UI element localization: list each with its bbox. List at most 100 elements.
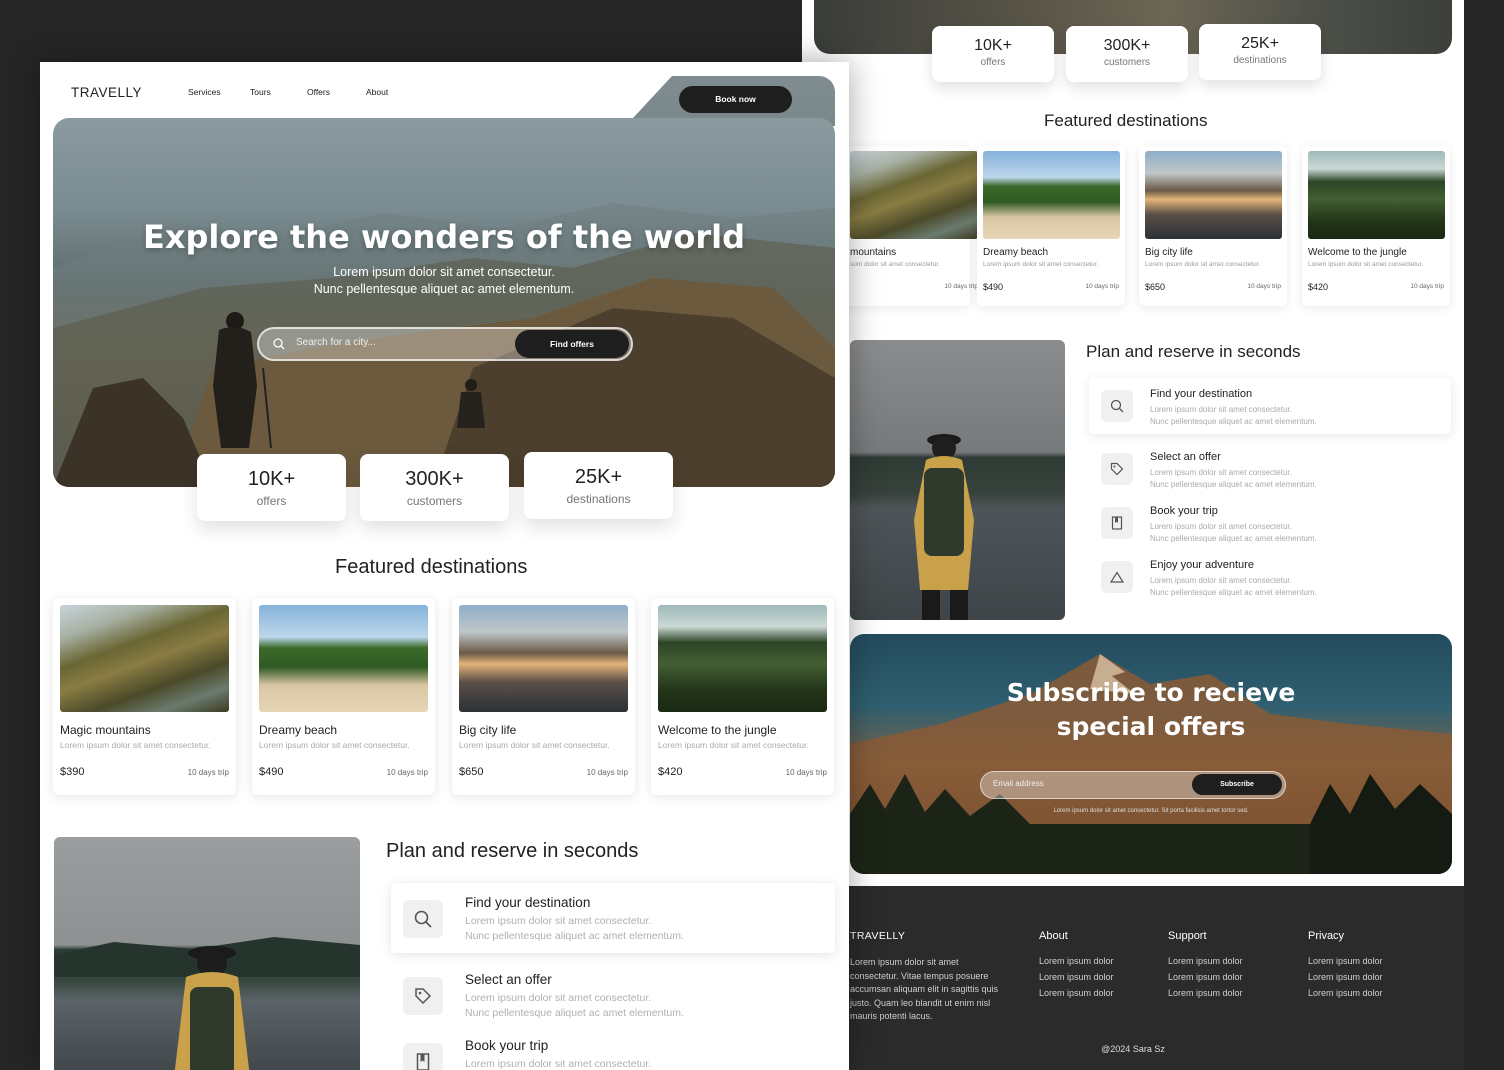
step-find-destination[interactable]: Find your destination Lorem ipsum dolor …: [391, 883, 835, 953]
stat-value: 25K+: [1241, 35, 1279, 52]
destination-duration: 10 days trip: [1247, 283, 1281, 290]
destination-card[interactable]: Dreamy beach Lorem ipsum dolor sit amet …: [977, 146, 1125, 306]
subscribe-banner: Subscribe to recieve special offers Emai…: [850, 634, 1452, 874]
step-book-trip[interactable]: Book your trip Lorem ipsum dolor sit ame…: [1089, 495, 1451, 551]
nav-offers[interactable]: Offers: [307, 87, 330, 97]
destination-image: [1145, 151, 1282, 239]
footer-link[interactable]: Lorem ipsum dolor: [1168, 956, 1243, 966]
stat-card: 10K+ offers: [932, 26, 1054, 82]
hero-subtitle: Lorem ipsum dolor sit amet consectetur. …: [313, 265, 575, 296]
page-preview-upper: TRAVELLY Services Tours Offers About Exp…: [40, 62, 849, 1070]
destination-price: $390: [60, 766, 85, 778]
footer-heading: Privacy: [1308, 930, 1345, 942]
step-select-offer[interactable]: Select an offer Lorem ipsum dolor sit am…: [1089, 441, 1451, 497]
destination-card[interactable]: Welcome to the jungle Lorem ipsum dolor …: [651, 598, 834, 795]
destination-price: $650: [1145, 282, 1166, 292]
destination-title: Dreamy beach: [983, 247, 1049, 258]
destination-duration: 10 days trip: [1410, 283, 1444, 290]
hiker-illustration: [54, 937, 360, 1070]
footer-link[interactable]: Lorem ipsum dolor: [1308, 988, 1383, 998]
destination-duration: 10 days trip: [1085, 283, 1119, 290]
subscribe-form: Email address Subscribe: [980, 771, 1286, 799]
footer-link[interactable]: Lorem ipsum dolor: [1308, 956, 1383, 966]
destination-image: [850, 151, 978, 239]
destination-title: Welcome to the jungle: [1308, 247, 1407, 258]
footer-copyright: @2024 Sara Sz: [1101, 1044, 1165, 1054]
destination-duration: 10 days trip: [187, 768, 229, 777]
nav-tours[interactable]: Tours: [250, 87, 271, 97]
destination-card[interactable]: Big city life Lorem ipsum dolor sit amet…: [452, 598, 635, 795]
step-title: Enjoy your adventure: [1150, 559, 1254, 571]
search-icon: [403, 900, 443, 938]
stat-card: 300K+ customers: [1066, 26, 1188, 82]
search-input[interactable]: Search for a city...: [296, 337, 376, 348]
step-title: Select an offer: [465, 972, 552, 987]
step-desc: Lorem ipsum dolor sit amet consectetur. N…: [1150, 522, 1317, 543]
destination-card[interactable]: Magic mountains Lorem ipsum dolor sit am…: [53, 598, 236, 795]
step-desc: Lorem ipsum dolor sit amet consectetur. N…: [1150, 576, 1317, 597]
footer-link[interactable]: Lorem ipsum dolor: [1168, 972, 1243, 982]
footer-link[interactable]: Lorem ipsum dolor: [1308, 972, 1383, 982]
destination-desc: Lorem ipsum dolor sit amet consectetur.: [658, 740, 809, 750]
subscribe-button[interactable]: Subscribe: [1192, 774, 1282, 795]
footer: TRAVELLY Lorem ipsum dolor sit amet cons…: [802, 886, 1464, 1070]
step-title: Find your destination: [465, 895, 591, 910]
stat-label: customers: [1103, 57, 1151, 68]
footer-link[interactable]: Lorem ipsum dolor: [1039, 956, 1114, 966]
nav-about[interactable]: About: [366, 87, 388, 97]
stat-value: 300K+: [1103, 37, 1151, 54]
plan-photo: [54, 837, 360, 1070]
stat-value: 300K+: [405, 468, 464, 490]
destination-desc: Lorem ipsum dolor sit amet consectetur.: [60, 740, 211, 750]
step-desc: Lorem ipsum dolor sit amet consectetur. N…: [465, 992, 684, 1019]
footer-link[interactable]: Lorem ipsum dolor: [1039, 972, 1114, 982]
destination-price: $420: [1308, 282, 1329, 292]
stat-card: 25K+ destinations: [524, 452, 673, 519]
footer-link[interactable]: Lorem ipsum dolor: [1168, 988, 1243, 998]
footer-col-privacy: Privacy Lorem ipsum dolor Lorem ipsum do…: [1308, 930, 1383, 1004]
stat-label: destinations: [1233, 55, 1287, 66]
destination-desc: Lorem ipsum dolor sit amet consectetur.: [1308, 261, 1424, 268]
find-offers-button[interactable]: Find offers: [515, 330, 629, 358]
destination-desc: Lorem ipsum dolor sit amet consectetur.: [259, 740, 410, 750]
hero-title: Explore the wonders of the world: [143, 218, 745, 256]
destination-image: [459, 605, 628, 712]
step-book-trip[interactable]: Book your trip Lorem ipsum dolor sit ame…: [391, 1026, 835, 1070]
stat-card: 25K+ destinations: [1199, 24, 1321, 80]
destination-price: $420: [658, 766, 683, 778]
logo[interactable]: TRAVELLY: [71, 85, 142, 100]
destination-card[interactable]: Welcome to the jungle Lorem ipsum dolor …: [1302, 146, 1450, 306]
destination-title: Dreamy beach: [259, 723, 338, 737]
destination-desc: Lorem ipsum dolor sit amet consectetur.: [459, 740, 610, 750]
footer-link[interactable]: Lorem ipsum dolor: [1039, 988, 1114, 998]
step-select-offer[interactable]: Select an offer Lorem ipsum dolor sit am…: [391, 960, 835, 1030]
step-enjoy-adventure[interactable]: Enjoy your adventure Lorem ipsum dolor s…: [1089, 549, 1451, 605]
destination-desc: Lorem ipsum dolor sit amet consectetur.: [1145, 261, 1261, 268]
step-find-destination[interactable]: Find your destination Lorem ipsum dolor …: [1089, 378, 1451, 434]
nav-services[interactable]: Services: [188, 87, 221, 97]
stat-label: customers: [406, 494, 463, 508]
destination-card[interactable]: Big city life Lorem ipsum dolor sit amet…: [1139, 146, 1287, 306]
destination-title: mountains: [850, 247, 897, 258]
footer-logo[interactable]: TRAVELLY: [850, 930, 905, 942]
footer-col-support: Support Lorem ipsum dolor Lorem ipsum do…: [1168, 930, 1243, 1004]
mountain-icon: [1101, 561, 1133, 593]
destination-image: [1308, 151, 1445, 239]
featured-title: Featured destinations: [335, 556, 528, 578]
destination-title: Magic mountains: [60, 723, 151, 737]
footer-about-text: Lorem ipsum dolor sit amet consectetur. …: [850, 957, 999, 1022]
email-input[interactable]: Email address: [993, 779, 1044, 788]
search-bar: Search for a city... Find offers: [257, 327, 633, 361]
book-now-button[interactable]: Book now: [679, 86, 792, 113]
footer-heading: About: [1039, 930, 1068, 942]
footer-col-about: About Lorem ipsum dolor Lorem ipsum dolo…: [1039, 930, 1114, 1004]
step-desc: Lorem ipsum dolor sit amet consectetur.: [465, 1058, 652, 1070]
step-title: Book your trip: [1150, 505, 1218, 517]
plan-title: Plan and reserve in seconds: [1086, 342, 1301, 361]
mountain-landscape-illustration: [850, 654, 1452, 874]
subscribe-title: Subscribe to recieve special offers: [1006, 678, 1296, 741]
destination-card[interactable]: Dreamy beach Lorem ipsum dolor sit amet …: [252, 598, 435, 795]
bookmark-icon: [1101, 507, 1133, 539]
destination-image: [60, 605, 229, 712]
mountain-landscape-illustration: [53, 203, 835, 487]
